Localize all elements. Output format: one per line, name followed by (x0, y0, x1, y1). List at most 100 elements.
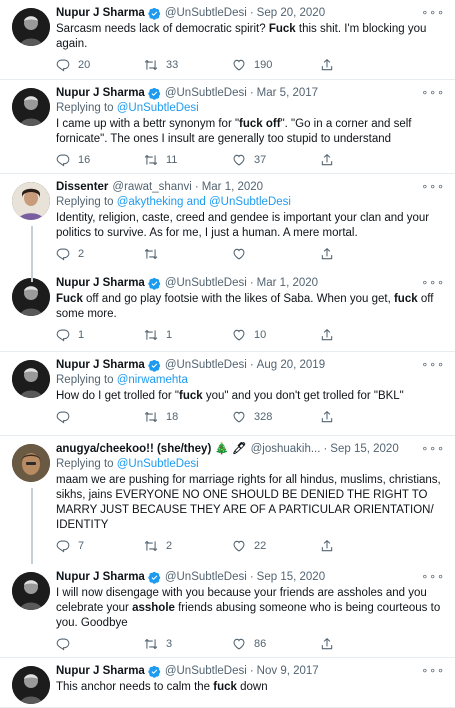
avatar[interactable] (12, 444, 50, 482)
replying-to-mention[interactable]: @UnSubtleDesi (117, 458, 199, 470)
author-handle[interactable]: @UnSubtleDesi (165, 664, 247, 679)
author-name[interactable]: Nupur J Sharma (56, 86, 145, 101)
share-button[interactable] (320, 247, 408, 261)
more-options-icon[interactable]: ∘∘∘ (421, 276, 445, 289)
more-options-icon[interactable]: ∘∘∘ (421, 86, 445, 99)
like-button[interactable]: 22 (232, 539, 320, 553)
like-button[interactable]: 86 (232, 637, 320, 651)
tweet-timestamp[interactable]: Sep 15, 2020 (330, 442, 398, 457)
author-handle[interactable]: @rawat_shanvi (112, 180, 191, 195)
author-name[interactable]: Dissenter (56, 180, 108, 195)
share-button[interactable] (320, 153, 408, 167)
like-button[interactable]: 37 (232, 153, 320, 167)
reply-button[interactable]: 1 (56, 328, 144, 342)
tweet-timestamp[interactable]: Sep 20, 2020 (257, 6, 325, 21)
more-options-icon[interactable]: ∘∘∘ (421, 358, 445, 371)
separator-dot: · (249, 359, 254, 371)
reply-button[interactable]: 16 (56, 153, 144, 167)
tweet[interactable]: ∘∘∘ Dissenter @rawat_shanvi · Mar 1, 2020 Rep… (0, 174, 455, 270)
share-button[interactable] (320, 58, 408, 72)
share-button[interactable] (320, 539, 408, 553)
replying-to: Replying to @UnSubtleDesi (56, 457, 447, 472)
replying-to-mention[interactable]: @nirwamehta (117, 374, 188, 386)
tweet[interactable]: ∘∘∘ Nupur J Sharma @UnSubtleDesi · Mar 1, 20… (0, 270, 455, 352)
share-button[interactable] (320, 637, 408, 651)
author-name[interactable]: anugya/cheekoo!! (she/they) 🎄 🖊 (56, 442, 247, 457)
verified-badge-icon (148, 7, 161, 20)
share-icon (320, 410, 342, 424)
like-button[interactable]: 10 (232, 328, 320, 342)
more-options-icon[interactable]: ∘∘∘ (421, 570, 445, 583)
tweet-text-bold: Fuck (268, 23, 296, 35)
author-handle[interactable]: @UnSubtleDesi (165, 6, 247, 21)
avatar[interactable] (12, 278, 50, 316)
retweet-button[interactable] (144, 247, 232, 261)
tweet[interactable]: ∘∘∘ Nupur J Sharma @UnSubtleDesi · Sep 20, 2… (0, 0, 455, 80)
author-handle[interactable]: @UnSubtleDesi (165, 276, 247, 291)
avatar[interactable] (12, 572, 50, 610)
reply-button[interactable]: 7 (56, 539, 144, 553)
tweet-timestamp[interactable]: Mar 5, 2017 (257, 86, 318, 101)
author-name[interactable]: Nupur J Sharma (56, 664, 145, 679)
author-handle[interactable]: @UnSubtleDesi (165, 86, 247, 101)
tweet-text-part: Identity, religion, caste, creed and gen… (56, 212, 430, 239)
author-handle[interactable]: @joshuakih... (251, 442, 321, 457)
share-button[interactable] (320, 328, 408, 342)
tweet[interactable]: ∘∘∘ Nupur J Sharma @UnSubtleDesi · Aug 20, 2… (0, 352, 455, 436)
share-icon (320, 328, 342, 342)
retweet-button[interactable]: 11 (144, 153, 232, 167)
retweet-count: 2 (166, 540, 173, 552)
separator-dot: · (249, 665, 254, 677)
tweet-timestamp[interactable]: Mar 1, 2020 (257, 276, 318, 291)
tweet-timestamp[interactable]: Nov 9, 2017 (257, 664, 319, 679)
tweet-text-part: This anchor needs to calm the (56, 681, 214, 693)
author-handle[interactable]: @UnSubtleDesi (165, 358, 247, 373)
avatar[interactable] (12, 8, 50, 46)
tweet-text-part: maam we are pushing for marriage rights … (56, 474, 441, 531)
reply-icon (56, 247, 78, 261)
more-options-icon[interactable]: ∘∘∘ (421, 442, 445, 455)
tweet-actions: 18 328 (56, 410, 447, 424)
retweet-count: 18 (166, 411, 179, 423)
author-name[interactable]: Nupur J Sharma (56, 358, 145, 373)
tweet-text: I came up with a bettr synonym for "fuck… (56, 117, 447, 147)
reply-button[interactable]: 2 (56, 247, 144, 261)
author-handle[interactable]: @UnSubtleDesi (165, 570, 247, 585)
avatar[interactable] (12, 88, 50, 126)
reply-button[interactable] (56, 410, 144, 424)
tweet[interactable]: ∘∘∘ Nupur J Sharma @UnSubtleDesi · Nov 9, 20… (0, 658, 455, 708)
avatar[interactable] (12, 360, 50, 398)
retweet-icon (144, 637, 166, 651)
replying-to-mention[interactable]: @akytheking and @UnSubtleDesi (117, 196, 291, 208)
tweet[interactable]: ∘∘∘ anugya/cheekoo!! (she/they) 🎄 🖊 @joshu… (0, 436, 455, 564)
share-icon (320, 539, 342, 553)
tweet-timestamp[interactable]: Sep 15, 2020 (257, 570, 325, 585)
avatar[interactable] (12, 666, 50, 704)
replying-to-mention[interactable]: @UnSubtleDesi (117, 102, 199, 114)
reply-button[interactable] (56, 637, 144, 651)
retweet-button[interactable]: 1 (144, 328, 232, 342)
retweet-icon (144, 328, 166, 342)
more-options-icon[interactable]: ∘∘∘ (421, 6, 445, 19)
share-button[interactable] (320, 410, 408, 424)
tweet-actions: 20 33 190 (56, 58, 447, 72)
more-options-icon[interactable]: ∘∘∘ (421, 180, 445, 193)
author-name[interactable]: Nupur J Sharma (56, 6, 145, 21)
tweet[interactable]: ∘∘∘ Nupur J Sharma @UnSubtleDesi · Sep 15, 2… (0, 564, 455, 658)
tweet[interactable]: ∘∘∘ Nupur J Sharma @UnSubtleDesi · Mar 5, 20… (0, 80, 455, 174)
like-button[interactable] (232, 247, 320, 261)
retweet-button[interactable]: 2 (144, 539, 232, 553)
avatar[interactable] (12, 182, 50, 220)
more-options-icon[interactable]: ∘∘∘ (421, 664, 445, 677)
tweet-timestamp[interactable]: Aug 20, 2019 (257, 358, 325, 373)
like-button[interactable]: 190 (232, 58, 320, 72)
reply-button[interactable]: 20 (56, 58, 144, 72)
retweet-button[interactable]: 18 (144, 410, 232, 424)
tweet-header: Nupur J Sharma @UnSubtleDesi · Aug 20, 2019 (56, 358, 447, 373)
tweet-timestamp[interactable]: Mar 1, 2020 (202, 180, 263, 195)
author-name[interactable]: Nupur J Sharma (56, 276, 145, 291)
retweet-button[interactable]: 33 (144, 58, 232, 72)
author-name[interactable]: Nupur J Sharma (56, 570, 145, 585)
like-button[interactable]: 328 (232, 410, 320, 424)
retweet-button[interactable]: 3 (144, 637, 232, 651)
